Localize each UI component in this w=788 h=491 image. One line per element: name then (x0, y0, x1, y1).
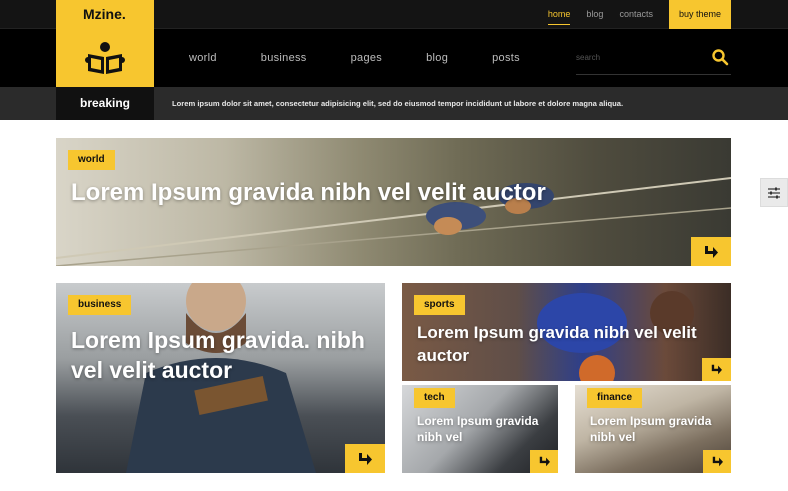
category-tag-tech[interactable]: tech (414, 388, 455, 408)
category-tag-business[interactable]: business (68, 295, 132, 315)
read-more-button-world[interactable] (691, 237, 731, 266)
card-title-tech[interactable]: Lorem Ipsum gravida nibh vel (417, 413, 547, 445)
arrow-turn-right-icon (705, 245, 718, 258)
site-logo-text[interactable]: Mzine. (56, 0, 154, 29)
search-icon[interactable] (711, 48, 729, 66)
arrow-turn-right-icon (712, 456, 723, 467)
nav-item-blog[interactable]: blog (426, 52, 448, 64)
card-sports[interactable]: sports Lorem Ipsum gravida nibh vel veli… (402, 283, 731, 381)
read-more-button-sports[interactable] (702, 358, 731, 381)
search-box (576, 39, 731, 75)
card-title-world[interactable]: Lorem Ipsum gravida nibh vel velit aucto… (71, 178, 711, 208)
breaking-label: breaking (56, 87, 154, 120)
arrow-turn-right-icon (539, 456, 550, 467)
top-nav-home[interactable]: home (547, 0, 570, 29)
nav-item-business[interactable]: business (261, 52, 307, 64)
card-tech[interactable]: tech Lorem Ipsum gravida nibh vel (402, 385, 558, 473)
card-title-business[interactable]: Lorem Ipsum gravida. nibh vel velit auct… (71, 325, 371, 385)
top-nav-blog[interactable]: blog (586, 0, 603, 29)
settings-panel-toggle[interactable] (760, 178, 788, 207)
read-more-button-tech[interactable] (530, 450, 558, 473)
nav-item-pages[interactable]: pages (351, 52, 382, 64)
top-nav-contacts[interactable]: contacts (619, 0, 653, 29)
card-title-sports[interactable]: Lorem Ipsum gravida nibh vel velit aucto… (417, 321, 717, 367)
main-nav: world business pages blog posts (189, 29, 564, 87)
category-tag-world[interactable]: world (68, 150, 115, 170)
arrow-turn-right-icon (359, 452, 372, 465)
sliders-icon (768, 187, 780, 198)
site-logo[interactable] (56, 29, 154, 87)
main-navbar: world business pages blog posts (0, 29, 788, 87)
featured-card-world[interactable]: world Lorem Ipsum gravida nibh vel velit… (56, 138, 731, 266)
breaking-bar: breaking Lorem ipsum dolor sit amet, con… (0, 87, 788, 120)
top-nav: home blog contacts buy theme (532, 0, 731, 29)
card-title-finance[interactable]: Lorem Ipsum gravida nibh vel (590, 413, 720, 445)
card-business[interactable]: business Lorem Ipsum gravida. nibh vel v… (56, 283, 385, 473)
category-tag-finance[interactable]: finance (587, 388, 643, 408)
card-finance[interactable]: finance Lorem Ipsum gravida nibh vel (575, 385, 731, 473)
nav-item-posts[interactable]: posts (492, 52, 520, 64)
breaking-ticker-text[interactable]: Lorem ipsum dolor sit amet, consectetur … (172, 87, 623, 120)
book-reader-icon (85, 42, 125, 74)
category-tag-sports[interactable]: sports (414, 295, 465, 315)
read-more-button-finance[interactable] (703, 450, 731, 473)
top-bar: Mzine. home blog contacts buy theme (0, 0, 788, 29)
arrow-turn-right-icon (711, 364, 722, 375)
read-more-button-business[interactable] (345, 444, 385, 473)
search-input[interactable] (576, 47, 696, 67)
nav-item-world[interactable]: world (189, 52, 217, 64)
buy-theme-button[interactable]: buy theme (668, 0, 731, 29)
